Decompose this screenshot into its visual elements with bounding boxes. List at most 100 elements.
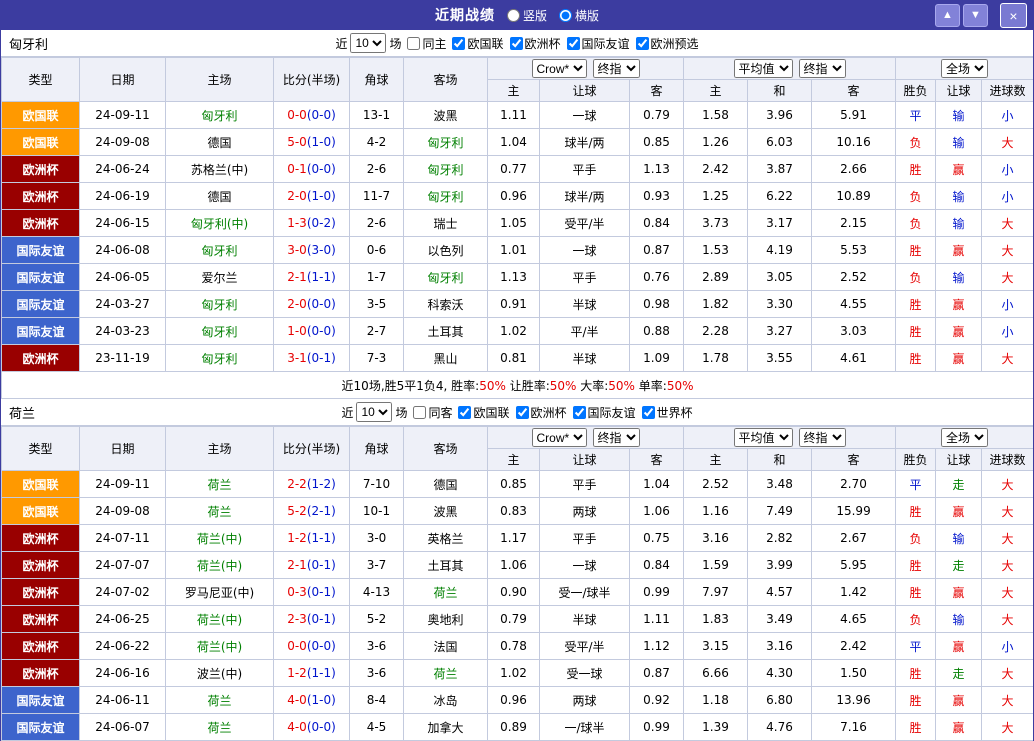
avg-draw: 4.19 [748, 237, 812, 264]
league-badge: 欧洲杯 [2, 345, 80, 372]
match-score: 2-0(1-0) [274, 183, 350, 210]
layout-vertical-option[interactable]: 竖版 [507, 7, 547, 24]
avg-stage-select[interactable]: 终指 [799, 428, 846, 447]
avg-draw: 3.96 [748, 102, 812, 129]
competition-checkbox[interactable] [510, 37, 523, 50]
match-score: 1-3(0-2) [274, 210, 350, 237]
result-outcome: 平 [896, 102, 936, 129]
recent-label: 近 [341, 404, 353, 421]
odds-stage-select[interactable]: 终指 [593, 59, 640, 78]
halftime-score: (1-0) [307, 189, 336, 203]
fulltime-score: 0-3 [287, 585, 307, 599]
league-badge: 欧洲杯 [2, 579, 80, 606]
avg-draw: 3.48 [748, 471, 812, 498]
fulltime-score: 3-0 [287, 243, 307, 257]
odds1-handicap: 一球 [540, 102, 630, 129]
scope-select[interactable]: 全场 [941, 428, 988, 447]
match-date: 24-06-11 [80, 687, 166, 714]
scope-select[interactable]: 全场 [941, 59, 988, 78]
fulltime-score: 1-0 [287, 324, 307, 338]
avg-home: 6.66 [684, 660, 748, 687]
games-label: 场 [395, 404, 407, 421]
league-badge: 欧洲杯 [2, 552, 80, 579]
col-subheader-result-outcome: 胜负 [896, 449, 936, 471]
result-outcome: 负 [896, 525, 936, 552]
odds1-handicap: 受一球 [540, 660, 630, 687]
avg-source-select[interactable]: 平均值 [734, 428, 793, 447]
competition-filter[interactable]: 国际友谊 [567, 35, 630, 52]
competition-checkbox[interactable] [567, 37, 580, 50]
odds1-away: 0.99 [630, 714, 684, 741]
fulltime-score: 1-2 [287, 666, 307, 680]
odds-stage-select[interactable]: 终指 [593, 428, 640, 447]
avg-draw: 3.17 [748, 210, 812, 237]
venue-filter[interactable]: 同主 [407, 35, 446, 52]
odds1-away: 0.84 [630, 210, 684, 237]
summary-segment: 大率: [576, 379, 608, 393]
scroll-down-button[interactable]: ▼ [963, 4, 988, 27]
result-outcome: 胜 [896, 345, 936, 372]
home-team: 荷兰 [166, 714, 274, 741]
home-team: 匈牙利 [166, 291, 274, 318]
result-handicap: 赢 [936, 579, 982, 606]
fulltime-score: 0-1 [287, 162, 307, 176]
home-team: 德国 [166, 129, 274, 156]
match-row: 欧国联24-09-08德国5-0(1-0)4-2匈牙利1.04球半/两0.851… [2, 129, 1034, 156]
recent-label: 近 [335, 35, 347, 52]
corner-count: 4-13 [350, 579, 404, 606]
competition-checkbox[interactable] [573, 406, 586, 419]
competition-filter[interactable]: 欧洲预选 [636, 35, 699, 52]
odds1-home: 1.04 [488, 129, 540, 156]
scroll-up-button[interactable]: ▲ [935, 4, 960, 27]
halftime-score: (1-0) [307, 135, 336, 149]
competition-filter[interactable]: 欧洲杯 [516, 404, 567, 421]
competition-filter[interactable]: 国际友谊 [573, 404, 636, 421]
fulltime-score: 3-1 [287, 351, 307, 365]
horizontal-layout-radio[interactable] [559, 9, 572, 22]
avg-home: 3.15 [684, 633, 748, 660]
venue-checkbox[interactable] [413, 406, 426, 419]
odds1-home: 0.83 [488, 498, 540, 525]
avg-away: 4.61 [812, 345, 896, 372]
recent-count-select[interactable]: 10 [350, 33, 386, 53]
venue-checkbox[interactable] [407, 37, 420, 50]
halftime-score: (0-0) [307, 108, 336, 122]
match-date: 23-11-19 [80, 345, 166, 372]
close-button[interactable]: × [1000, 3, 1027, 28]
home-team: 荷兰(中) [166, 606, 274, 633]
layout-horizontal-option[interactable]: 横版 [559, 7, 599, 24]
result-handicap: 赢 [936, 498, 982, 525]
result-goals: 小 [982, 318, 1034, 345]
avg-source-select[interactable]: 平均值 [734, 59, 793, 78]
match-score: 2-0(0-0) [274, 291, 350, 318]
competition-checkbox[interactable] [516, 406, 529, 419]
venue-filter[interactable]: 同客 [413, 404, 452, 421]
competition-filter[interactable]: 欧国联 [452, 35, 503, 52]
avg-draw: 4.30 [748, 660, 812, 687]
competition-checkbox[interactable] [636, 37, 649, 50]
match-row: 欧洲杯24-06-24苏格兰(中)0-1(0-0)2-6匈牙利0.77平手1.1… [2, 156, 1034, 183]
avg-draw: 3.99 [748, 552, 812, 579]
competition-filter[interactable]: 欧国联 [458, 404, 509, 421]
result-handicap: 输 [936, 183, 982, 210]
competition-filter[interactable]: 世界杯 [642, 404, 693, 421]
scope-group-header: 全场 [896, 427, 1034, 449]
col-header-score: 比分(半场) [274, 427, 350, 471]
away-team: 加拿大 [404, 714, 488, 741]
avg-home: 1.83 [684, 606, 748, 633]
competition-checkbox[interactable] [458, 406, 471, 419]
odds-source-select[interactable]: Crow* [532, 428, 587, 447]
result-goals: 小 [982, 183, 1034, 210]
odds1-away: 1.04 [630, 471, 684, 498]
avg-stage-select[interactable]: 终指 [799, 59, 846, 78]
vertical-layout-radio[interactable] [507, 9, 520, 22]
odds-source-select[interactable]: Crow* [532, 59, 587, 78]
match-score: 1-0(0-0) [274, 318, 350, 345]
league-badge: 欧国联 [2, 129, 80, 156]
competition-checkbox[interactable] [642, 406, 655, 419]
recent-count-select[interactable]: 10 [356, 402, 392, 422]
odds1-home: 0.89 [488, 714, 540, 741]
competition-filter[interactable]: 欧洲杯 [510, 35, 561, 52]
competition-checkbox[interactable] [452, 37, 465, 50]
halftime-score: (0-1) [307, 585, 336, 599]
